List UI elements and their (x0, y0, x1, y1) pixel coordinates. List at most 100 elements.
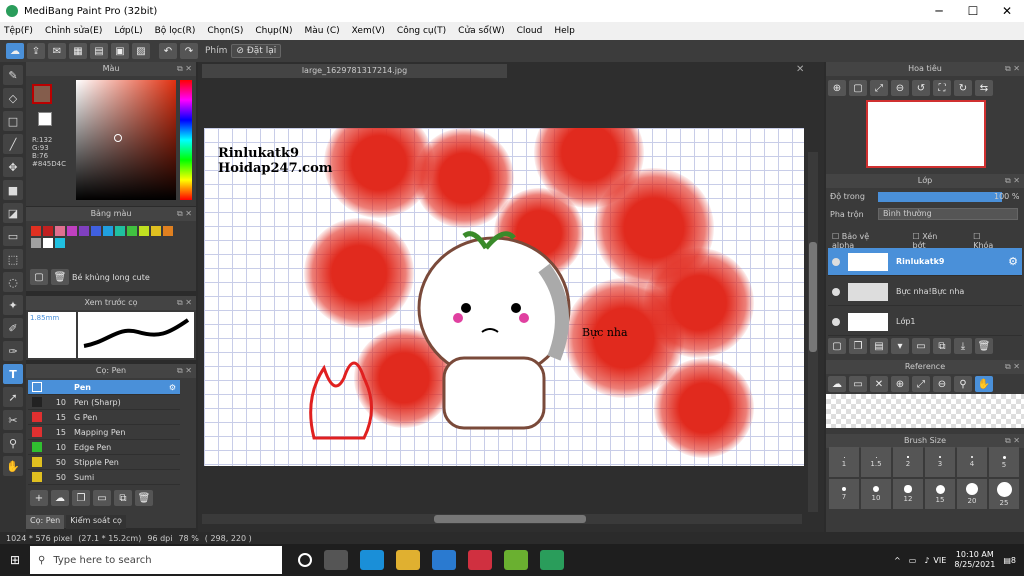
reset-button[interactable]: ⊘ Đặt lại (231, 44, 282, 58)
brush-size-cell[interactable]: 4 (957, 447, 987, 477)
close-reference-icon[interactable]: ✕ (870, 376, 888, 392)
zoom-in-icon[interactable]: ⊕ (891, 376, 909, 392)
menu-window[interactable]: Cửa sổ(W) (458, 26, 504, 36)
duplicate-icon[interactable]: ⧉ (114, 490, 132, 506)
brush-size-cell[interactable]: 15 (925, 479, 955, 509)
palette-swatch[interactable] (43, 238, 53, 248)
palette-swatch[interactable] (115, 226, 125, 236)
layer-item[interactable]: Lớp1 (828, 308, 1022, 336)
new-layer-icon[interactable]: ▢ (828, 338, 846, 354)
panel-controls-icon[interactable]: ⧉ ✕ (1005, 360, 1020, 374)
windows-start-icon[interactable]: ⊞ (0, 553, 30, 567)
gradient-tool-icon[interactable]: ▭ (3, 226, 23, 246)
copy-brush-icon[interactable]: ❐ (72, 490, 90, 506)
add-brush-icon[interactable]: + (30, 490, 48, 506)
brush-size-cell[interactable]: 20 (957, 479, 987, 509)
move-tool-icon[interactable]: ✥ (3, 157, 23, 177)
comment-icon[interactable]: ✉ (48, 43, 66, 59)
brush-size-cell[interactable]: 12 (893, 479, 923, 509)
palette-swatch[interactable] (31, 238, 41, 248)
flip-icon[interactable]: ⇆ (975, 80, 993, 96)
brush-size-cell[interactable]: 7 (829, 479, 859, 509)
operation-tool-icon[interactable]: ➚ (3, 387, 23, 407)
add-layer-menu-icon[interactable]: ▾ (891, 338, 909, 354)
gift-app-icon[interactable] (468, 550, 492, 570)
delete-palette-icon[interactable]: 🗑 (51, 269, 69, 285)
brush-item[interactable]: 50 Stipple Pen (28, 455, 180, 470)
undo-icon[interactable]: ↶ (159, 43, 177, 59)
visibility-icon[interactable] (832, 317, 840, 326)
palette-swatch[interactable] (103, 226, 113, 236)
new-1bit-layer-icon[interactable]: ▤ (870, 338, 888, 354)
folder-icon[interactable]: ▭ (912, 338, 930, 354)
panel-controls-icon[interactable]: ⧉ ✕ (177, 207, 192, 221)
select-tool-icon[interactable]: ⬚ (3, 249, 23, 269)
volume-icon[interactable]: ♪ (924, 556, 929, 565)
palette-swatch[interactable] (31, 226, 41, 236)
task-view-icon[interactable] (324, 550, 348, 570)
brush-tool-icon[interactable]: ✎ (3, 65, 23, 85)
merge-layer-icon[interactable]: ⤓ (954, 338, 972, 354)
lasso-tool-icon[interactable]: ◌ (3, 272, 23, 292)
palette-swatch[interactable] (55, 226, 65, 236)
brush-size-cell[interactable]: 3 (925, 447, 955, 477)
brush-item[interactable]: 15 Mapping Pen (28, 425, 180, 440)
picker-cursor[interactable] (114, 134, 122, 142)
cloud-icon[interactable]: ☁ (6, 43, 24, 59)
eraser-tool-icon[interactable]: ◇ (3, 88, 23, 108)
mail-icon[interactable] (432, 550, 456, 570)
fit-icon[interactable]: ⤢ (912, 376, 930, 392)
menu-snap[interactable]: Chụp(N) (255, 26, 292, 36)
brush-size-cell[interactable]: 25 (989, 479, 1019, 509)
bucket-tool-icon[interactable]: ◪ (3, 203, 23, 223)
palette-swatch[interactable] (43, 226, 53, 236)
vertical-scroll-thumb[interactable] (809, 242, 817, 352)
palette-name[interactable]: Bé khủng long cute (72, 273, 150, 282)
add-palette-icon[interactable]: ▢ (30, 269, 48, 285)
duplicate-layer-icon[interactable]: ⧉ (933, 338, 951, 354)
menu-file[interactable]: Tệp(F) (4, 26, 33, 36)
select-pen-tool-icon[interactable]: ✐ (3, 318, 23, 338)
hue-slider[interactable] (180, 80, 192, 200)
menu-color[interactable]: Màu (C) (305, 26, 340, 36)
visibility-icon[interactable] (832, 257, 840, 266)
divide-tool-icon[interactable]: ✂ (3, 410, 23, 430)
menu-view[interactable]: Xem(V) (352, 26, 385, 36)
panel-controls-icon[interactable]: ⧉ ✕ (177, 62, 192, 76)
layer-item[interactable]: Bực nha!Bực nha (828, 278, 1022, 306)
menu-edit[interactable]: Chỉnh sửa(E) (45, 26, 102, 36)
image-icon[interactable]: ▨ (132, 43, 150, 59)
navigator-thumbnail[interactable] (866, 100, 986, 168)
canvas-tab[interactable]: large_1629781317214.jpg (202, 64, 507, 78)
saturation-value-picker[interactable] (76, 80, 176, 200)
palette-swatch[interactable] (163, 226, 173, 236)
brush-item[interactable]: Pen ⚙ (28, 380, 180, 395)
app-icon[interactable] (504, 550, 528, 570)
horizontal-scroll-thumb[interactable] (434, 515, 586, 523)
brush-item[interactable]: 50 Sumi (28, 470, 180, 485)
maximize-button[interactable]: ☐ (956, 4, 990, 18)
rotate-right-icon[interactable]: ↻ (954, 80, 972, 96)
zoom-out-icon[interactable]: ⊖ (933, 376, 951, 392)
zoom-in-icon[interactable]: ⊕ (828, 80, 846, 96)
brush-size-cell[interactable]: 1.5 (861, 447, 891, 477)
fit-icon[interactable]: ⤢ (870, 80, 888, 96)
close-button[interactable]: ✕ (990, 4, 1024, 18)
minimize-button[interactable]: ─ (922, 4, 956, 18)
hand-icon[interactable]: ✋ (975, 376, 993, 392)
layers-icon[interactable]: ▣ (111, 43, 129, 59)
palette-swatch[interactable] (91, 226, 101, 236)
taskbar-search[interactable]: ⚲ Type here to search (30, 546, 282, 574)
menu-tools[interactable]: Công cụ(T) (397, 26, 446, 36)
file-explorer-icon[interactable] (396, 550, 420, 570)
panel-controls-icon[interactable]: ⧉ ✕ (177, 296, 192, 310)
brush-size-cell[interactable]: 10 (861, 479, 891, 509)
grid-icon[interactable]: ▦ (69, 43, 87, 59)
share-icon[interactable]: ⇪ (27, 43, 45, 59)
palette-swatch[interactable] (127, 226, 137, 236)
redo-icon[interactable]: ↷ (180, 43, 198, 59)
tab-brush[interactable]: Cọ: Pen (26, 515, 65, 529)
brush-item[interactable]: 10 Pen (Sharp) (28, 395, 180, 410)
zoom-out-icon[interactable]: ⊖ (891, 80, 909, 96)
layer-item[interactable]: Rinlukatk9 ⚙ (828, 248, 1022, 276)
